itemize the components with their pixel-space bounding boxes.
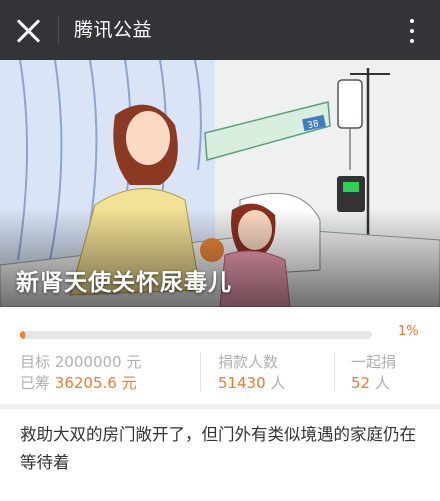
- raised-label: 已筹: [20, 374, 51, 392]
- fundraising-stats: 1% 目标 2000000 元 已筹 36205.6 元 捐款人数 51430 …: [0, 307, 440, 404]
- donors-unit: 人: [270, 374, 286, 392]
- top-bar: 腾讯公益: [0, 0, 440, 60]
- together-label[interactable]: 一起捐: [351, 351, 396, 372]
- app-title: 腾讯公益: [74, 19, 153, 41]
- project-title: 新肾天使关怀尿毒儿: [16, 270, 232, 296]
- progress-fill: [20, 331, 25, 339]
- raised-row: 已筹 36205.6 元: [20, 372, 137, 393]
- project-description: 救助大双的房门敞开了，但门外有类似境遇的家庭仍在等待着: [0, 409, 440, 501]
- together-unit: 人: [374, 374, 390, 392]
- description-text: 救助大双的房门敞开了，但门外有类似境遇的家庭仍在等待着: [20, 425, 416, 472]
- divider: [58, 15, 59, 46]
- target-value: 2000000 元: [54, 353, 142, 371]
- together-row: 52 人: [351, 372, 390, 393]
- donors-row: 51430 人: [218, 372, 286, 393]
- together-value: 52: [351, 374, 371, 392]
- raised-value: 36205.6: [54, 374, 117, 392]
- raised-unit: 元: [121, 374, 137, 392]
- target-row: 目标 2000000 元: [20, 351, 141, 372]
- progress-bar: [20, 331, 372, 339]
- donors-label: 捐款人数: [218, 353, 279, 371]
- project-banner[interactable]: 38 新肾天使关怀尿毒儿: [0, 60, 440, 307]
- target-label: 目标: [20, 353, 51, 371]
- donors-value: 51430: [218, 374, 266, 392]
- more-options-icon[interactable]: [406, 17, 418, 45]
- progress-percent: 1%: [398, 324, 419, 339]
- close-icon[interactable]: [16, 18, 42, 44]
- divider: [334, 352, 335, 391]
- divider: [200, 352, 201, 391]
